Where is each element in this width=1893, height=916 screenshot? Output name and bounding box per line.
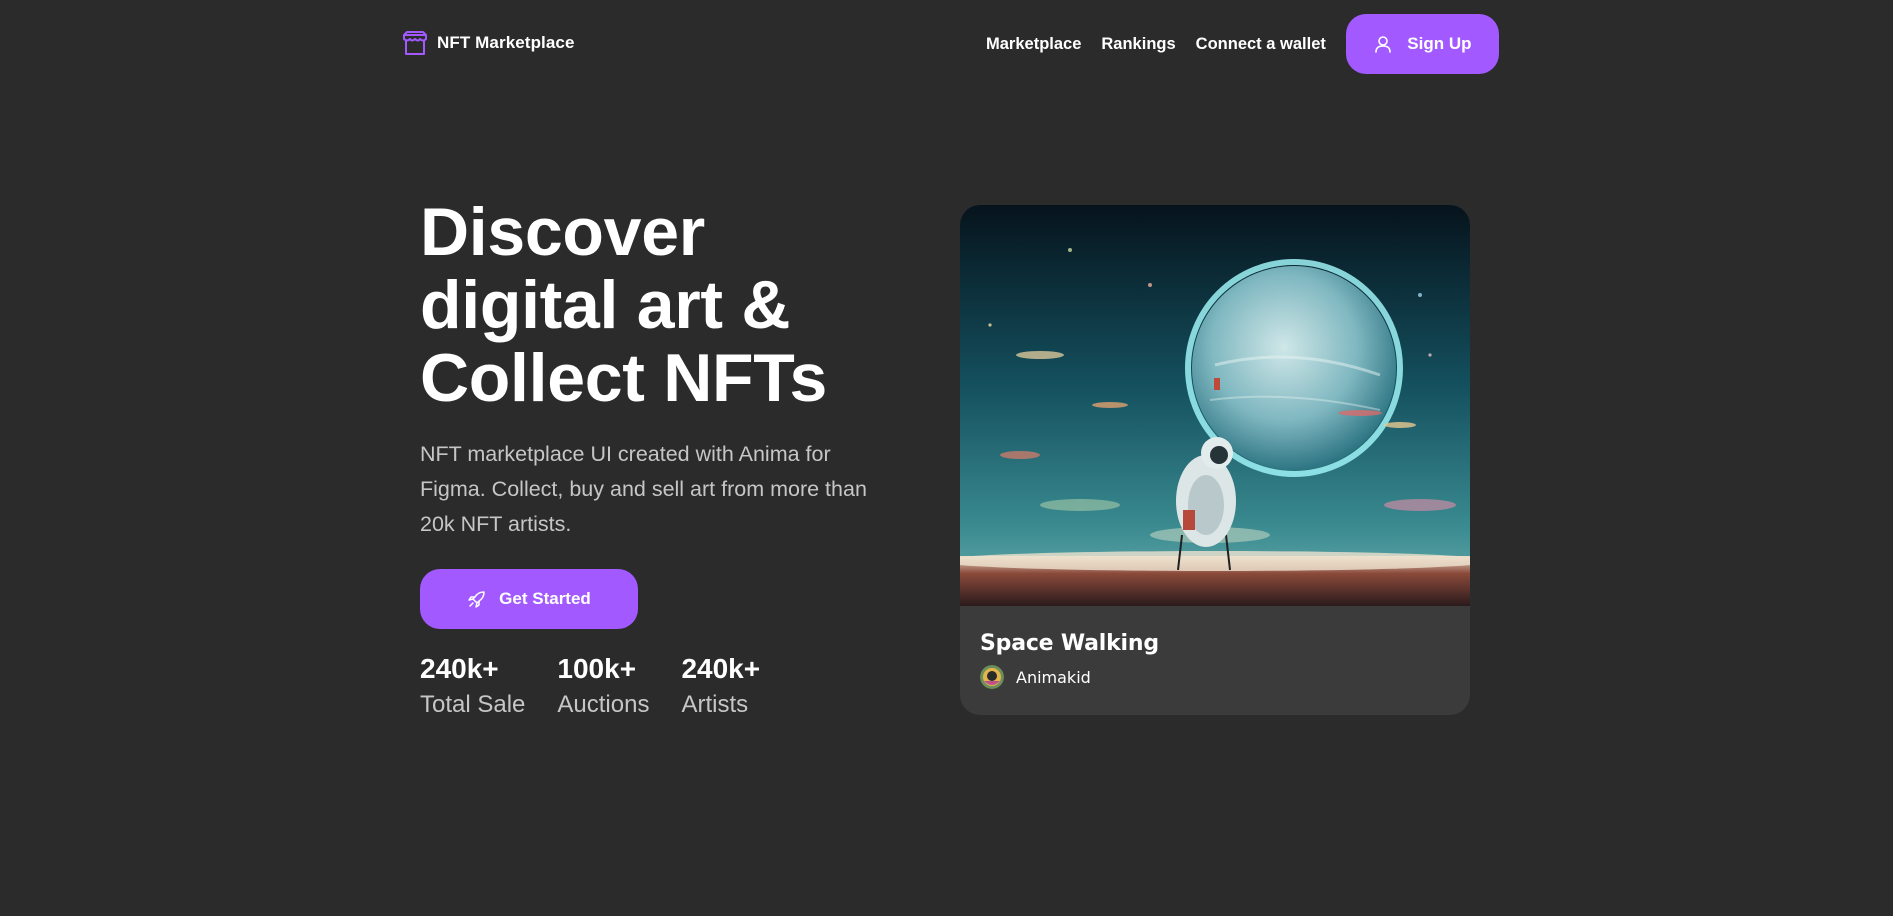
hero-stats: 240k+ Total Sale 100k+ Auctions 240k+ Ar… bbox=[420, 652, 792, 722]
sign-up-label: Sign Up bbox=[1407, 34, 1472, 53]
nav-link-connect-wallet[interactable]: Connect a wallet bbox=[1196, 35, 1326, 54]
user-icon bbox=[1375, 36, 1392, 53]
brand-name: NFT Marketplace bbox=[437, 33, 575, 52]
get-started-button[interactable]: Get Started bbox=[420, 569, 638, 629]
site-header: NFT Marketplace Marketplace Rankings Con… bbox=[0, 0, 1893, 86]
stat-value: 240k+ bbox=[420, 653, 499, 684]
nft-title[interactable]: Space Walking bbox=[980, 629, 1159, 659]
nav-link-marketplace[interactable]: Marketplace bbox=[986, 35, 1081, 54]
rocket-icon bbox=[468, 591, 485, 608]
stat-value: 100k+ bbox=[557, 653, 637, 684]
brand-logo-link[interactable]: NFT Marketplace bbox=[401, 29, 575, 57]
main-nav: Marketplace Rankings Connect a wallet Si… bbox=[986, 14, 1499, 74]
stat-label: Artists bbox=[681, 691, 749, 718]
stat-artists: 240k+ Artists bbox=[681, 652, 760, 722]
stat-total-sale: 240k+ Total Sale bbox=[420, 652, 525, 722]
avatar bbox=[980, 665, 1004, 689]
hero-description: NFT marketplace UI created with Anima fo… bbox=[420, 442, 867, 536]
get-started-label: Get Started bbox=[499, 589, 591, 608]
nav-link-rankings[interactable]: Rankings bbox=[1101, 35, 1175, 54]
featured-nft-card[interactable]: Space Walking Animakid bbox=[960, 205, 1470, 715]
stat-label: Auctions bbox=[557, 691, 650, 718]
stat-label: Total Sale bbox=[420, 691, 526, 718]
nft-artwork-image[interactable] bbox=[960, 205, 1470, 606]
stat-auctions: 100k+ Auctions bbox=[557, 652, 649, 722]
hero-title: Discover digital art & Collect NFTs bbox=[420, 194, 827, 416]
hero-section: Discover digital art & Collect NFTs NFT … bbox=[420, 194, 900, 718]
page: NFT Marketplace Marketplace Rankings Con… bbox=[0, 0, 1893, 916]
stat-value: 240k+ bbox=[681, 653, 761, 684]
sign-up-button[interactable]: Sign Up bbox=[1345, 14, 1499, 74]
artist-row[interactable]: Animakid bbox=[980, 665, 1159, 689]
card-info: Space Walking Animakid bbox=[980, 629, 1159, 689]
artist-name: Animakid bbox=[1016, 667, 1091, 687]
storefront-icon bbox=[403, 31, 427, 55]
